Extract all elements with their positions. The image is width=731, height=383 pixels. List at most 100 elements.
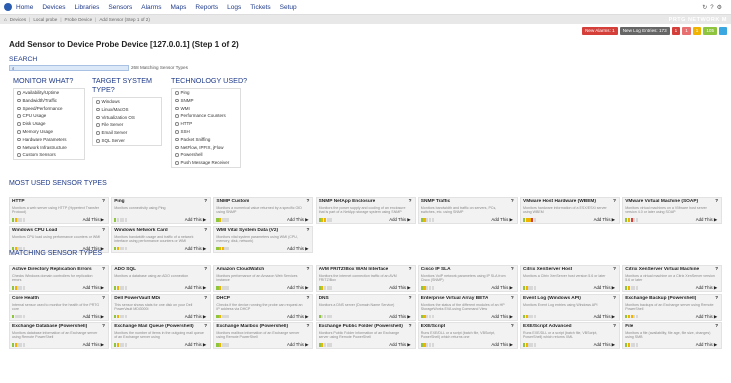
add-sensor-button[interactable]: Add This ▶ bbox=[185, 217, 206, 223]
alert-badge[interactable]: 105 bbox=[703, 27, 717, 35]
add-sensor-button[interactable]: Add This ▶ bbox=[491, 342, 512, 348]
help-icon[interactable]: ? bbox=[306, 324, 309, 329]
help-icon[interactable]: ? bbox=[715, 199, 718, 204]
help-icon[interactable]: ? bbox=[511, 267, 514, 272]
add-sensor-button[interactable]: Add This ▶ bbox=[696, 217, 717, 223]
alert-badge[interactable]: New Log Entries: 173 bbox=[619, 27, 670, 35]
settings-icon[interactable]: ⚙ bbox=[717, 5, 725, 11]
target-system-option[interactable]: Linux/MacOS bbox=[93, 106, 161, 114]
sensor-card[interactable]: Event Log (Windows API)? Monitors Event L… bbox=[520, 293, 620, 321]
technology-option[interactable]: NetFlow, IPFIX, jFlow bbox=[172, 144, 240, 152]
help-icon[interactable]: ? bbox=[715, 324, 718, 329]
sensor-card[interactable]: DNS? Monitors a DNS server (Domain Name S… bbox=[315, 293, 416, 321]
sensor-card[interactable]: VMware Host Hardware (WBEM)? Monitors har… bbox=[520, 197, 620, 224]
help-icon[interactable]: ? bbox=[102, 199, 105, 204]
sensor-card[interactable]: Windows CPU Load? Monitors CPU load using… bbox=[9, 225, 109, 253]
radio-icon[interactable] bbox=[175, 161, 179, 165]
radio-icon[interactable] bbox=[17, 98, 21, 103]
add-sensor-button[interactable]: Add This ▶ bbox=[594, 314, 615, 320]
radio-icon[interactable] bbox=[96, 131, 100, 135]
sensor-card[interactable]: WMI Vital System Data (V2)? Monitors vita… bbox=[213, 225, 314, 253]
sensor-card[interactable]: Exchange Mail Queue (Powershell)? Monitor… bbox=[111, 322, 212, 349]
help-icon[interactable]: ? bbox=[715, 296, 718, 301]
radio-icon[interactable] bbox=[175, 145, 179, 150]
help-icon[interactable]: ? bbox=[306, 199, 309, 204]
alert-badge[interactable]: New Alarms: 1 bbox=[582, 27, 618, 35]
sensor-card[interactable]: Exchange Database (Powershell)? Monitors … bbox=[9, 322, 109, 349]
nav-tickets[interactable]: Tickets bbox=[250, 4, 270, 11]
add-sensor-button[interactable]: Add This ▶ bbox=[287, 314, 308, 320]
add-sensor-button[interactable]: Add This ▶ bbox=[287, 246, 308, 252]
help-icon[interactable]: ? bbox=[204, 324, 207, 329]
add-sensor-button[interactable]: Add This ▶ bbox=[594, 217, 615, 223]
technology-option[interactable]: Performance Counters bbox=[172, 112, 240, 120]
sensor-card[interactable]: Citrix XenServer Host? Monitors a Citrix … bbox=[520, 265, 620, 292]
sensor-card[interactable]: SNMP Traffic? Monitors bandwidth and traf… bbox=[417, 197, 518, 224]
sensor-card[interactable]: Citrix XenServer Virtual Machine? Monitor… bbox=[622, 265, 723, 292]
target-system-option[interactable]: Windows bbox=[93, 98, 161, 106]
add-sensor-button[interactable]: Add This ▶ bbox=[287, 342, 308, 348]
radio-icon[interactable] bbox=[17, 106, 21, 111]
target-system-option[interactable]: SQL Server bbox=[93, 137, 161, 145]
sensor-card[interactable]: DHCP? Checks if the device running the pr… bbox=[213, 293, 314, 321]
alert-badge[interactable]: 1 bbox=[692, 27, 702, 35]
nav-setup[interactable]: Setup bbox=[280, 4, 297, 11]
add-sensor-button[interactable]: Add This ▶ bbox=[83, 285, 104, 291]
add-sensor-button[interactable]: Add This ▶ bbox=[389, 314, 410, 320]
radio-icon[interactable] bbox=[175, 130, 179, 134]
nav-maps[interactable]: Maps bbox=[171, 4, 187, 11]
radio-icon[interactable] bbox=[96, 123, 100, 127]
add-sensor-button[interactable]: Add This ▶ bbox=[594, 342, 615, 348]
add-sensor-button[interactable]: Add This ▶ bbox=[185, 314, 206, 320]
sensor-card[interactable]: EXE/Script? Runs EXE/DLL or a script (bat… bbox=[417, 322, 518, 349]
nav-logs[interactable]: Logs bbox=[227, 4, 241, 11]
help-icon[interactable]: ? bbox=[102, 267, 105, 272]
radio-icon[interactable] bbox=[96, 115, 100, 120]
target-system-option[interactable]: Virtualization OS bbox=[93, 114, 161, 122]
breadcrumb-item[interactable]: Local probe bbox=[33, 17, 57, 22]
add-sensor-button[interactable]: Add This ▶ bbox=[83, 217, 104, 223]
monitor-what-option[interactable]: Custom Sensors bbox=[14, 151, 84, 159]
sensor-card[interactable]: Enterprise Virtual Array BETA? Monitors t… bbox=[417, 293, 518, 321]
radio-icon[interactable] bbox=[17, 114, 21, 118]
help-icon[interactable]: ? bbox=[102, 296, 105, 301]
search-input[interactable]: ⌕ bbox=[9, 65, 129, 71]
add-sensor-button[interactable]: Add This ▶ bbox=[185, 342, 206, 348]
help-icon[interactable]: ? bbox=[511, 296, 514, 301]
technology-option[interactable]: SNMP bbox=[172, 97, 240, 105]
sensor-card[interactable]: Amazon CloudWatch? Monitors performance o… bbox=[213, 265, 314, 292]
add-sensor-button[interactable]: Add This ▶ bbox=[185, 246, 206, 252]
nav-alarms[interactable]: Alarms bbox=[141, 4, 161, 11]
nav-home[interactable]: Home bbox=[16, 4, 33, 11]
add-sensor-button[interactable]: Add This ▶ bbox=[83, 342, 104, 348]
add-sensor-button[interactable]: Add This ▶ bbox=[491, 314, 512, 320]
add-sensor-button[interactable]: Add This ▶ bbox=[389, 342, 410, 348]
radio-icon[interactable] bbox=[17, 137, 21, 142]
add-sensor-button[interactable]: Add This ▶ bbox=[83, 314, 104, 320]
sensor-card[interactable]: Dell PowerVault MDi? This sensor shows st… bbox=[111, 293, 212, 321]
help-icon[interactable]: ? bbox=[306, 228, 309, 233]
help-icon[interactable]: ? bbox=[204, 228, 207, 233]
sensor-card[interactable]: EXE/Script Advanced? Runs EXE/DLL or a sc… bbox=[520, 322, 620, 349]
radio-icon[interactable] bbox=[17, 153, 21, 157]
help-icon[interactable]: ? bbox=[613, 267, 616, 272]
technology-option[interactable]: Ping bbox=[172, 89, 240, 97]
monitor-what-option[interactable]: Network Infrastructure bbox=[14, 144, 84, 152]
prtg-logo-icon[interactable] bbox=[4, 3, 12, 11]
sensor-card[interactable]: Cisco IP SLA? Monitors VoIP network param… bbox=[417, 265, 518, 292]
technology-option[interactable]: Powershell bbox=[172, 151, 240, 159]
add-sensor-button[interactable]: Add This ▶ bbox=[491, 217, 512, 223]
sensor-card[interactable]: SNMP Custom? Monitors a numerical value r… bbox=[213, 197, 314, 224]
nav-sensors[interactable]: Sensors bbox=[108, 4, 132, 11]
radio-icon[interactable] bbox=[17, 91, 21, 95]
sensor-card[interactable]: VMware Virtual Machine (SOAP)? Monitors v… bbox=[622, 197, 723, 224]
radio-icon[interactable] bbox=[96, 100, 100, 104]
radio-icon[interactable] bbox=[96, 139, 100, 143]
radio-icon[interactable] bbox=[175, 153, 179, 157]
radio-icon[interactable] bbox=[17, 130, 21, 134]
sensor-card[interactable]: HTTP? Monitors a web server using HTTP (H… bbox=[9, 197, 109, 224]
add-sensor-button[interactable]: Add This ▶ bbox=[594, 285, 615, 291]
help-icon[interactable]: ? bbox=[715, 267, 718, 272]
radio-icon[interactable] bbox=[96, 107, 100, 112]
nav-reports[interactable]: Reports bbox=[195, 4, 218, 11]
